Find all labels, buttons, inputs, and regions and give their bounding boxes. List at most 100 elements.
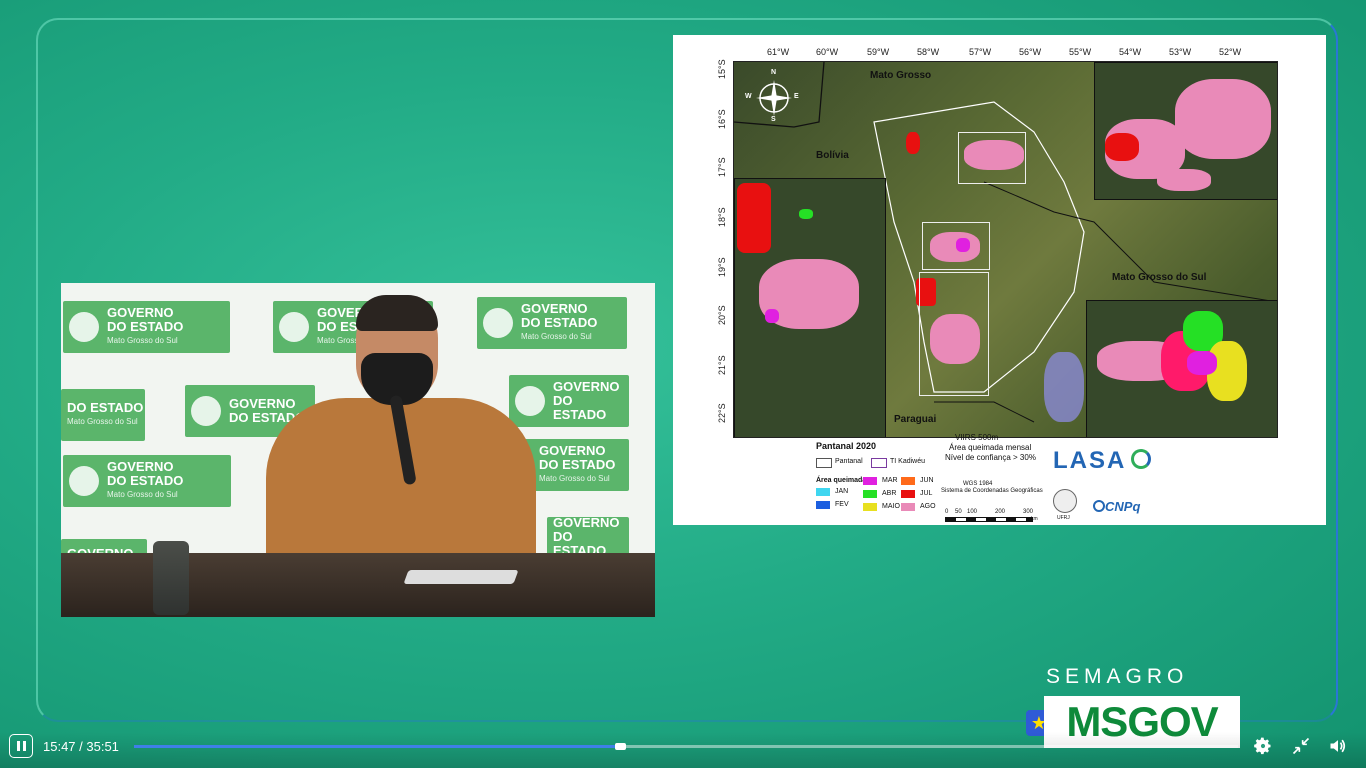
legend-ago: AGO (920, 503, 936, 510)
legend-abr: ABR (882, 490, 897, 497)
legend-ti-swatch (871, 458, 887, 468)
scale-bar: 0 50 100 200 300 km (945, 509, 1038, 522)
legend-fev: FEV (835, 501, 849, 508)
burn-area (906, 132, 920, 154)
lat-label: 21°S (717, 355, 727, 375)
region-box (919, 272, 989, 396)
scale-tick: 300 (1023, 509, 1034, 515)
exit-fullscreen-icon[interactable] (1291, 736, 1311, 756)
inset-map-bottom-right (1086, 300, 1277, 437)
legend-jun: JUN (920, 477, 934, 484)
region-box (922, 222, 990, 270)
scale-tick: 100 (967, 509, 978, 515)
progress-fill (134, 745, 620, 748)
volume-icon[interactable] (1328, 736, 1348, 756)
inset-map-top-right (1094, 62, 1277, 200)
legend-mar: MAR (882, 477, 898, 484)
lon-label: 60°W (816, 47, 839, 57)
lon-label: 53°W (1169, 47, 1192, 57)
legend-swatch-abr (863, 490, 877, 498)
scale-unit: km (1031, 516, 1038, 522)
legend-monthly: Área queimada mensal (949, 443, 1032, 452)
satellite-map: N S E W Mato Grosso Bolívia Mato Grosso … (733, 61, 1278, 438)
lon-label: 56°W (1019, 47, 1042, 57)
legend-jan: JAN (835, 488, 849, 495)
lon-label: 57°W (969, 47, 992, 57)
label-bolivia: Bolívia (816, 150, 849, 161)
burn-area (765, 309, 779, 323)
state-seal-icon (69, 466, 99, 496)
legend-maio: MAIO (882, 503, 900, 510)
burn-area (799, 209, 813, 219)
compass-w: W (745, 93, 752, 100)
cnpq-logo: CNPq (1105, 499, 1141, 514)
legend-swatch-maio (863, 503, 877, 511)
backdrop-logo: GOVERNO DO ESTADO Mato Grosso do Sul (477, 297, 627, 349)
backdrop-logo: DO ESTADO Mato Grosso do Sul (61, 389, 145, 441)
scale-tick: 0 (945, 509, 949, 515)
lat-label: 15°S (717, 59, 727, 79)
pause-button[interactable] (9, 734, 33, 758)
player-controls-bar (0, 732, 1366, 768)
legend-title: Pantanal 2020 (816, 441, 877, 451)
legend-ti-kadiweu: TI Kadiwéu (890, 458, 926, 465)
lasa-logo: LASA (1053, 447, 1127, 474)
burn-area (1044, 352, 1084, 422)
legend-coord-system: Sistema de Coordenadas Geográficas (941, 488, 1043, 494)
state-seal-icon (279, 312, 309, 342)
legend-jul: JUL (920, 490, 933, 497)
compass-s: S (771, 116, 776, 123)
legend-swatch-mar (863, 477, 877, 485)
legend-pantanal: Pantanal (835, 458, 863, 465)
legend-swatch-jan (816, 488, 830, 496)
burn-area (1105, 133, 1139, 161)
lon-label: 58°W (917, 47, 940, 57)
pause-icon (16, 741, 20, 751)
progress-bar[interactable] (134, 743, 1238, 750)
backdrop-logo: GOVERNODO ESTADO (547, 516, 629, 558)
speaker-hair (356, 295, 438, 331)
desk (61, 553, 655, 617)
gear-icon[interactable] (1253, 736, 1273, 756)
cnpq-logo-icon (1093, 500, 1105, 512)
sanitizer-bottle (153, 541, 189, 615)
inset-map-left (734, 178, 886, 437)
label-mato-grosso-do-sul: Mato Grosso do Sul (1112, 272, 1207, 283)
lon-label: 61°W (767, 47, 790, 57)
label-mato-grosso: Mato Grosso (870, 70, 932, 81)
lat-label: 16°S (717, 109, 727, 129)
ufrj-seal-icon (1053, 489, 1077, 513)
burn-area (1175, 79, 1271, 159)
backdrop-logo: GOVERNO DO ESTADO Mato Grosso do Sul (63, 301, 230, 353)
scale-tick: 200 (995, 509, 1006, 515)
state-seal-icon (191, 396, 221, 426)
progress-knob[interactable] (614, 743, 626, 750)
lon-label: 55°W (1069, 47, 1092, 57)
legend-swatch-jul (901, 490, 915, 498)
burn-area (1187, 351, 1217, 375)
region-box (958, 132, 1026, 184)
state-seal-icon (483, 308, 513, 338)
legend-confidence: Nível de confiança > 30% (945, 453, 1036, 462)
lon-label: 52°W (1219, 47, 1242, 57)
legend-viirs: VIIRS 500m (955, 433, 999, 442)
lat-label: 20°S (717, 305, 727, 325)
tablet (403, 570, 519, 584)
backdrop-logo: GOVERNODO ESTADO (509, 375, 629, 427)
backdrop-logo: GOVERNO DO ESTADO Mato Grosso do Sul (63, 455, 231, 507)
scale-tick: 50 (955, 509, 962, 515)
lasa-swirl-icon (1131, 449, 1151, 469)
legend-pantanal-swatch (816, 458, 832, 468)
lon-label: 59°W (867, 47, 890, 57)
burned-area-map-slide: 61°W 60°W 59°W 58°W 57°W 56°W 55°W 54°W … (673, 35, 1326, 525)
legend-swatch-jun (901, 477, 915, 485)
compass-rose-icon (756, 80, 792, 116)
lat-label: 19°S (717, 257, 727, 277)
label-paraguai: Paraguai (894, 414, 937, 425)
legend-wgs: WGS 1984 (963, 481, 993, 487)
compass-n: N (771, 69, 777, 76)
compass-e: E (794, 93, 799, 100)
state-seal-icon (515, 386, 545, 416)
lat-label: 17°S (717, 157, 727, 177)
lat-label: 18°S (717, 207, 727, 227)
